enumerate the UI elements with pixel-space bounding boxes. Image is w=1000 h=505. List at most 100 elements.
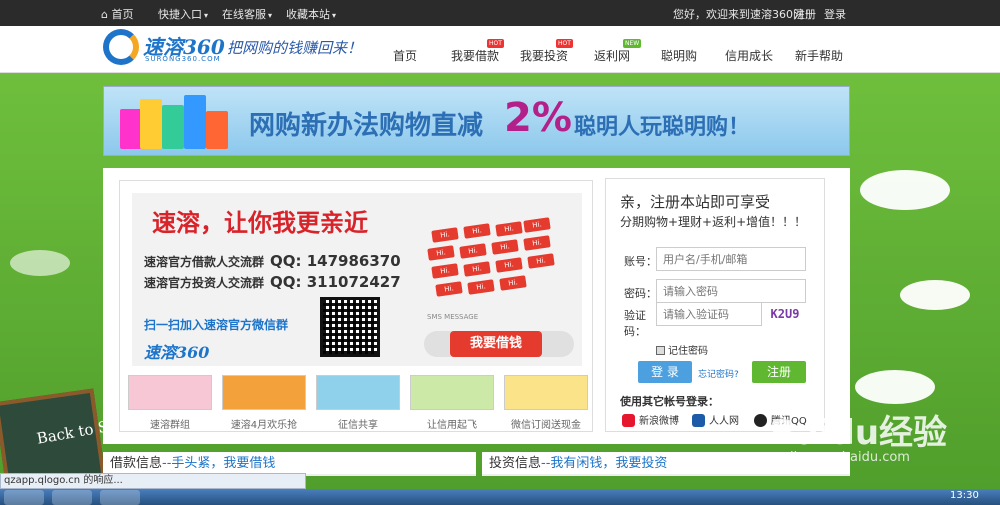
nav-smart-buy[interactable]: 聪明购 — [661, 26, 697, 73]
wechat-text: 扫一扫加入速溶官方微信群 — [144, 318, 289, 332]
chevron-down-icon: ▾ — [332, 11, 337, 20]
promo-title: 速溶，让你我更亲近 — [152, 209, 368, 237]
password-input[interactable] — [656, 279, 806, 303]
logo-slogan: 把网购的钱赚回来！ — [227, 39, 363, 57]
borrow-group: 速溶官方借款人交流群 QQ: 147986370 — [144, 252, 401, 270]
captcha-label: 验证 — [624, 309, 646, 322]
baidu-watermark-url: jingyan.baidu.com — [790, 450, 910, 465]
baidu-watermark: Baidu经验 — [770, 413, 948, 453]
nav-borrow[interactable]: 我要借款 — [451, 26, 499, 73]
thumb-item[interactable]: 速溶4月欢乐抢 — [222, 375, 306, 431]
qq-icon — [754, 414, 767, 427]
hi-bubble: Hi. — [499, 275, 527, 291]
banner-headline: 网购新办法购物直减 — [249, 111, 484, 141]
captcha-input[interactable] — [656, 302, 762, 326]
borrow-money-button[interactable]: 我要借钱 — [450, 331, 542, 357]
sina-weibo-login[interactable]: 新浪微博 — [622, 412, 679, 427]
weibo-icon — [622, 414, 635, 427]
thumb-caption: 速溶群组 — [150, 420, 190, 431]
register-link[interactable]: 注册 — [794, 6, 816, 22]
thumb-image — [222, 375, 306, 410]
renren-login[interactable]: 人人网 — [692, 412, 739, 427]
remember-checkbox[interactable] — [656, 346, 665, 355]
hi-bubble: Hi. — [463, 223, 491, 239]
register-button[interactable]: 注册 — [752, 361, 806, 383]
home-icon: ⌂ — [101, 8, 108, 21]
thumb-item[interactable]: 让信用起飞 — [410, 375, 494, 431]
cloud-decoration — [860, 170, 950, 210]
home-link[interactable]: ⌂ 首页 — [101, 6, 133, 22]
nav-credit[interactable]: 信用成长 — [725, 26, 773, 73]
thumb-item[interactable]: 征信共享 — [316, 375, 400, 431]
hi-bubble: Hi. — [523, 235, 551, 251]
hot-badge: HOT — [487, 39, 504, 48]
header: 速溶360 SURONG360.COM 把网购的钱赚回来！ 首页 我要借款 HO… — [0, 26, 1000, 73]
nav-help[interactable]: 新手帮助 — [795, 26, 843, 73]
hi-bubble: Hi. — [523, 217, 551, 233]
cloud-decoration — [10, 250, 70, 276]
remember-password[interactable]: 记住密码 — [656, 342, 708, 357]
account-label: 账号： — [624, 255, 657, 268]
register-title: 亲，注册本站即可享受 — [620, 193, 771, 211]
chevron-down-icon: ▾ — [268, 11, 273, 20]
thumb-item[interactable]: 微信订阅送现金 — [504, 375, 588, 431]
account-input[interactable] — [656, 247, 806, 271]
renren-icon — [692, 414, 705, 427]
sms-label: SMS MESSAGE — [427, 313, 479, 321]
thumb-image — [316, 375, 400, 410]
app-icon[interactable] — [52, 490, 92, 505]
chrome-icon[interactable] — [4, 490, 44, 505]
logo-domain: SURONG360.COM — [145, 55, 221, 63]
thumb-caption: 让信用起飞 — [427, 420, 477, 431]
hi-bubble: Hi. — [495, 221, 523, 237]
chevron-down-icon: ▾ — [204, 11, 209, 20]
login-link[interactable]: 登录 — [824, 6, 846, 22]
hi-bubble: Hi. — [527, 253, 555, 269]
top-bar: ⌂ 首页 快捷入口 ▾ 在线客服 ▾ 收藏本站 ▾ 您好，欢迎来到速溶360网！ 注册… — [0, 0, 1000, 26]
nav-rebate[interactable]: 返利网 — [594, 26, 630, 73]
community-promo[interactable]: 速溶，让你我更亲近 速溶官方借款人交流群 QQ: 147986370 速溶官方投资… — [132, 193, 582, 366]
invest-group: 速溶官方投资人交流群 QQ: 311072427 — [144, 273, 401, 291]
cloud-decoration — [900, 280, 970, 310]
captcha-image[interactable]: K2U9 — [764, 302, 806, 326]
promo-card: 速溶，让你我更亲近 速溶官方借款人交流群 QQ: 147986370 速溶官方投资… — [119, 180, 593, 432]
shopping-bags-image — [120, 95, 230, 149]
nav-invest[interactable]: 我要投资 — [520, 26, 568, 73]
hi-bubble: Hi. — [491, 239, 519, 255]
thumb-caption: 微信订阅送现金 — [511, 420, 581, 431]
banner-percent: 2% — [504, 95, 572, 141]
online-service-menu[interactable]: 在线客服 ▾ — [222, 6, 272, 22]
banner-tail: 聪明人玩聪明购！ — [574, 115, 751, 140]
os-taskbar: 13:30 — [0, 489, 1000, 505]
hot-badge: HOT — [556, 39, 573, 48]
browser-status-bar: qzapp.qlogo.cn 的响应... — [0, 473, 306, 489]
app-icon[interactable] — [100, 490, 140, 505]
forgot-password-link[interactable]: 忘记密码? — [698, 367, 739, 380]
clock: 13:30 — [950, 490, 979, 501]
nav-home[interactable]: 首页 — [393, 26, 417, 73]
cloud-decoration — [855, 370, 935, 404]
thumb-caption: 速溶4月欢乐抢 — [230, 420, 298, 431]
login-button[interactable]: 登 录 — [638, 361, 692, 383]
hi-bubble: Hi. — [467, 279, 495, 295]
promo-banner[interactable]: 网购新办法购物直减 2% 聪明人玩聪明购！ — [103, 86, 850, 156]
site-logo[interactable]: 速溶360 SURONG360.COM 把网购的钱赚回来！ — [103, 29, 373, 69]
captcha-label: 码： — [624, 325, 646, 338]
hi-bubble: Hi. — [431, 227, 459, 243]
thumb-caption: 征信共享 — [338, 420, 378, 431]
hi-bubble: Hi. — [427, 245, 455, 261]
thumb-item[interactable]: 速溶群组 — [128, 375, 212, 431]
hi-bubble: Hi. — [495, 257, 523, 273]
hi-bubble: Hi. — [463, 261, 491, 277]
promo-logo: 速溶360 — [144, 343, 210, 362]
password-label: 密码： — [624, 287, 657, 300]
logo-mark — [103, 29, 139, 65]
favorite-menu[interactable]: 收藏本站 ▾ — [286, 6, 336, 22]
main-panel: 速溶，让你我更亲近 速溶官方借款人交流群 QQ: 147986370 速溶官方投资… — [103, 168, 850, 444]
thumb-image — [128, 375, 212, 410]
hi-bubble: Hi. — [431, 263, 459, 279]
register-subtitle: 分期购物+理财+返利+增值！！！ — [620, 215, 807, 229]
quick-entry-menu[interactable]: 快捷入口 ▾ — [158, 6, 208, 22]
qr-code — [320, 297, 380, 357]
new-badge: NEW — [623, 39, 642, 48]
